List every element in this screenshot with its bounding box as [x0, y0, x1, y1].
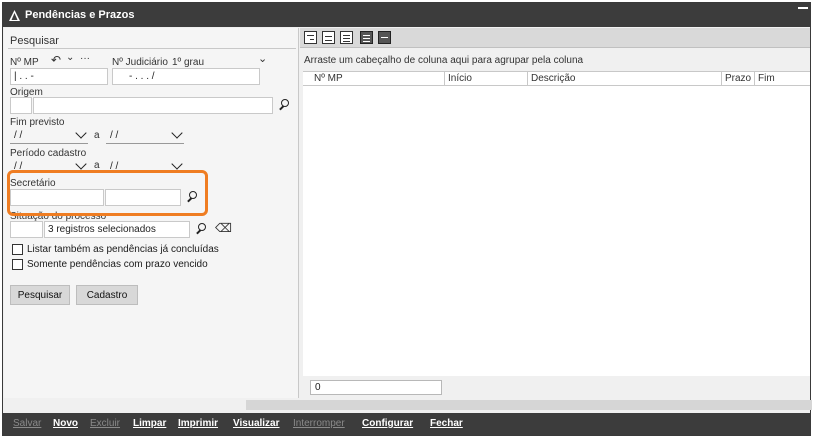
list-icon[interactable]: [360, 31, 373, 44]
visualizar-button[interactable]: Visualizar: [233, 418, 280, 429]
chevron-down-icon[interactable]: ⌄: [66, 52, 74, 63]
grid-view-icon[interactable]: [378, 31, 391, 44]
tree-view-icon[interactable]: [304, 31, 317, 44]
nr-jud-instance[interactable]: 1º grau: [172, 57, 204, 68]
more-icon[interactable]: ···: [80, 53, 90, 64]
action-bar: Salvar Novo Excluir Limpar Imprimir Visu…: [3, 413, 810, 435]
grid-toolbar: [300, 28, 810, 48]
excluir-button[interactable]: Excluir: [90, 418, 120, 429]
novo-button[interactable]: Novo: [53, 418, 78, 429]
clear-filter-icon[interactable]: ⌫: [215, 221, 232, 235]
group-icon[interactable]: [322, 31, 335, 44]
instance-chevron-icon[interactable]: ⌄: [258, 52, 267, 65]
grid-body[interactable]: [303, 86, 810, 376]
chk-concluidas-label: Listar também as pendências já concluída…: [27, 244, 219, 255]
situacao-value[interactable]: 3 registros selecionados: [44, 221, 190, 238]
col-inicio[interactable]: Início: [445, 72, 528, 86]
undo-icon[interactable]: ↶: [51, 53, 61, 67]
cadastro-button[interactable]: Cadastro: [76, 285, 138, 305]
fim-previsto-sep: a: [94, 130, 100, 141]
fim-previsto-to[interactable]: / /: [106, 127, 184, 144]
divider: [8, 48, 296, 49]
horizontal-scrollbar[interactable]: [246, 400, 812, 410]
col-descricao[interactable]: Descrição: [528, 72, 722, 86]
table-icon[interactable]: [340, 31, 353, 44]
situacao-search-icon[interactable]: [194, 222, 210, 238]
nr-mp-label: Nº MP: [10, 57, 39, 68]
fim-previsto-from[interactable]: / /: [10, 127, 88, 144]
results-panel: Arraste um cabeçalho de coluna aqui para…: [300, 28, 810, 398]
chevron-down-icon: [75, 158, 87, 170]
minimize-icon[interactable]: [798, 7, 808, 9]
chk-vencido-row[interactable]: Somente pendências com prazo vencido: [12, 259, 208, 270]
chk-concluidas-row[interactable]: Listar também as pendências já concluída…: [12, 244, 219, 255]
secretario-highlight: [7, 170, 208, 216]
grid-header: Nº MP Início Descrição Prazo Fim: [303, 71, 810, 86]
search-title: Pesquisar: [10, 35, 59, 47]
origem-search-icon[interactable]: [277, 98, 293, 114]
group-hint: Arraste um cabeçalho de coluna aqui para…: [304, 55, 584, 66]
chk-vencido[interactable]: [12, 259, 23, 270]
col-nr-mp[interactable]: Nº MP: [311, 72, 445, 86]
pesquisar-button[interactable]: Pesquisar: [10, 285, 70, 305]
chk-vencido-label: Somente pendências com prazo vencido: [27, 259, 208, 270]
window-title: Pendências e Prazos: [25, 9, 135, 21]
nr-mp-input[interactable]: | . . -: [10, 68, 108, 85]
salvar-button[interactable]: Salvar: [13, 418, 41, 429]
imprimir-button[interactable]: Imprimir: [178, 418, 218, 429]
origem-name-input[interactable]: [33, 97, 273, 114]
chevron-down-icon: [75, 127, 87, 139]
chevron-down-icon: [171, 158, 183, 170]
nr-jud-label: Nº Judiciário: [112, 57, 168, 68]
fechar-button[interactable]: Fechar: [430, 418, 463, 429]
record-count: 0: [310, 380, 442, 395]
interromper-button[interactable]: Interromper: [293, 418, 345, 429]
situacao-code-input[interactable]: [10, 221, 43, 238]
chk-concluidas[interactable]: [12, 244, 23, 255]
nr-jud-input[interactable]: - . . . /: [112, 68, 260, 85]
app-icon: [9, 9, 20, 21]
origem-code-input[interactable]: [10, 97, 32, 114]
col-prazo[interactable]: Prazo: [722, 72, 755, 86]
limpar-button[interactable]: Limpar: [133, 418, 166, 429]
chevron-down-icon: [171, 127, 183, 139]
configurar-button[interactable]: Configurar: [362, 418, 413, 429]
col-fim[interactable]: Fim: [755, 72, 810, 86]
title-bar: Pendências e Prazos: [3, 3, 810, 27]
main-window: Pendências e Prazos Pesquisar Nº MP ↶ ⌄ …: [2, 2, 812, 436]
